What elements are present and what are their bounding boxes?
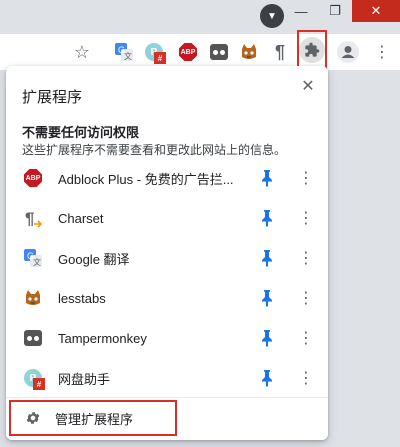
lesstabs-toolbar-icon[interactable] <box>237 40 261 64</box>
menu-glyph: ⋮ <box>374 44 390 61</box>
google-translate-icon: G文 <box>23 248 43 268</box>
close-popup-icon[interactable]: ✕ <box>298 76 318 96</box>
extension-name: Google 翻译 <box>58 251 130 267</box>
extension-name: Charset <box>58 210 104 226</box>
profile-avatar-icon[interactable] <box>336 40 360 64</box>
pin-icon[interactable] <box>260 169 274 187</box>
close-window-button[interactable]: ✕ <box>352 0 400 22</box>
abp-icon: ABP <box>23 168 43 188</box>
extension-list: ABP Adblock Plus - 免费的广告拦... ⋮ ¶ Charset… <box>6 158 328 398</box>
pilcrow-glyph: ¶ <box>274 41 285 62</box>
bookmark-star-icon[interactable]: ☆ <box>70 40 94 64</box>
browser-toolbar: ☆ G文 P# ABP ¶ ⋮ <box>0 30 400 70</box>
minimize-button[interactable]: — <box>284 0 318 22</box>
extension-row-netdisk[interactable]: P# 网盘助手 ⋮ <box>6 358 328 398</box>
extension-row-adblock[interactable]: ABP Adblock Plus - 免费的广告拦... ⋮ <box>6 158 328 198</box>
svg-text:文: 文 <box>124 51 132 61</box>
downloads-glyph: ▼ <box>267 10 277 22</box>
charset-icon: ¶ <box>23 208 43 228</box>
pin-icon[interactable] <box>260 209 274 227</box>
lesstabs-icon <box>23 288 43 308</box>
minimize-icon: — <box>294 3 308 19</box>
extension-name: 网盘助手 <box>58 371 111 387</box>
tampermonkey-toolbar-icon[interactable] <box>207 40 231 64</box>
close-window-icon: ✕ <box>370 3 382 18</box>
extension-menu-icon[interactable]: ⋮ <box>298 208 314 228</box>
star-glyph: ☆ <box>73 41 91 62</box>
extension-name: Adblock Plus - 免费的广告拦... <box>58 171 234 187</box>
extension-name: Tampermonkey <box>58 330 147 346</box>
pin-icon[interactable] <box>260 289 274 307</box>
netdisk-toolbar-icon[interactable]: P# <box>142 40 166 64</box>
gear-icon <box>25 410 41 426</box>
extensions-popup: 扩展程序 ✕ 不需要任何访问权限 这些扩展程序不需要查看和更改此网站上的信息。 … <box>6 66 328 440</box>
extension-menu-icon[interactable]: ⋮ <box>298 248 314 268</box>
tampermonkey-icon <box>23 328 43 348</box>
extensions-button[interactable] <box>297 30 327 70</box>
extension-row-charset[interactable]: ¶ Charset ⋮ <box>6 198 328 238</box>
pin-icon[interactable] <box>260 369 274 387</box>
extension-menu-icon[interactable]: ⋮ <box>298 328 314 348</box>
extension-name: lesstabs <box>58 290 106 306</box>
browser-menu-icon[interactable]: ⋮ <box>370 40 394 64</box>
netdisk-icon: P# <box>23 368 45 390</box>
pin-icon[interactable] <box>260 249 274 267</box>
abp-toolbar-icon[interactable]: ABP <box>176 40 200 64</box>
popup-title: 扩展程序 <box>22 89 83 106</box>
pin-icon[interactable] <box>260 329 274 347</box>
svg-text:文: 文 <box>33 257 41 267</box>
google-translate-toolbar-icon[interactable]: G文 <box>112 40 136 64</box>
extension-row-google-translate[interactable]: G文 Google 翻译 ⋮ <box>6 238 328 278</box>
section-description: 这些扩展程序不需要查看和更改此网站上的信息。 <box>22 143 287 157</box>
extension-menu-icon[interactable]: ⋮ <box>298 168 314 188</box>
extension-menu-icon[interactable]: ⋮ <box>298 288 314 308</box>
svg-text:¶: ¶ <box>25 209 34 228</box>
restore-icon: ❐ <box>329 3 341 18</box>
charset-toolbar-icon[interactable]: ¶ <box>268 40 292 64</box>
section-heading: 不需要任何访问权限 <box>22 125 140 140</box>
extension-row-lesstabs[interactable]: lesstabs ⋮ <box>6 278 328 318</box>
downloads-icon[interactable]: ▼ <box>260 4 284 28</box>
extension-menu-icon[interactable]: ⋮ <box>298 368 314 388</box>
window-controls: — ❐ ✕ <box>284 0 400 28</box>
puzzle-icon <box>299 37 325 63</box>
divider <box>6 397 328 398</box>
manage-extensions-label: 管理扩展程序 <box>55 411 134 427</box>
manage-extensions-button[interactable]: 管理扩展程序 <box>9 400 177 436</box>
extension-row-tampermonkey[interactable]: Tampermonkey ⋮ <box>6 318 328 358</box>
restore-button[interactable]: ❐ <box>318 0 352 22</box>
